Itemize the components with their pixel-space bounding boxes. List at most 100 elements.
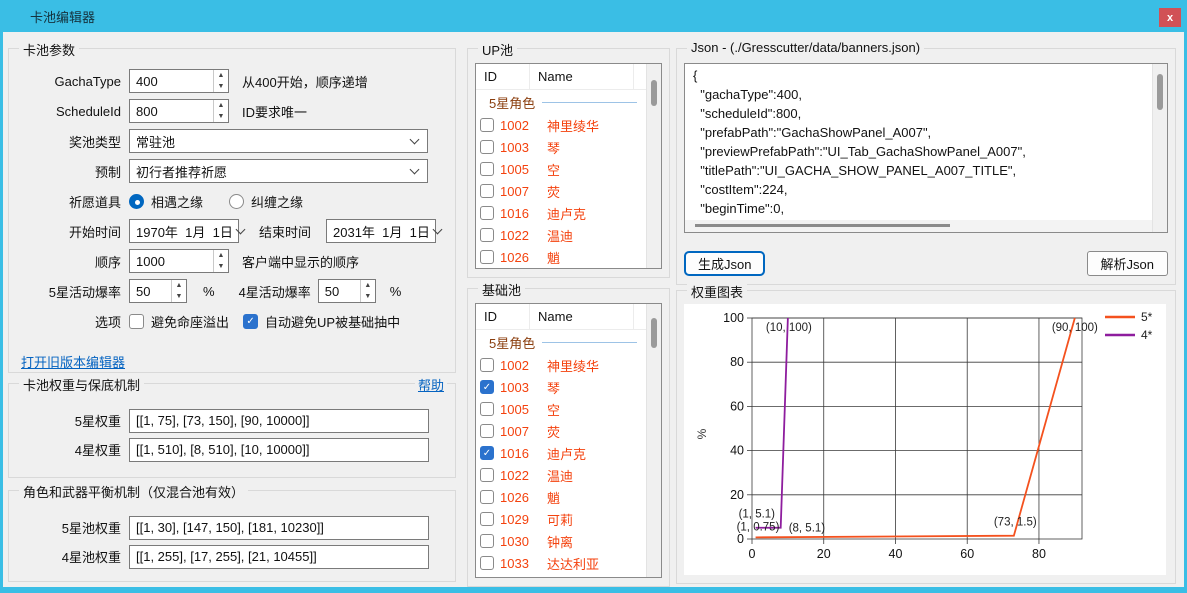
- checkbox-avoid-constellation-overflow[interactable]: [129, 314, 144, 329]
- spinner[interactable]: ▲▼: [213, 70, 228, 92]
- spinner-up-icon[interactable]: ▲: [172, 280, 186, 291]
- list-item[interactable]: 1005空: [476, 158, 646, 180]
- begin-time-picker[interactable]: 1970年 1月 1日: [129, 219, 239, 243]
- row-checkbox[interactable]: [480, 250, 494, 264]
- scrollbar-thumb[interactable]: [695, 224, 950, 227]
- row-checkbox[interactable]: ✓: [480, 380, 494, 394]
- spinner[interactable]: ▲▼: [360, 280, 375, 302]
- list-item[interactable]: 1005空: [476, 398, 646, 420]
- open-old-editor-link[interactable]: 打开旧版本编辑器: [21, 352, 125, 371]
- spinner[interactable]: ▲▼: [213, 100, 228, 122]
- spinner-up-icon[interactable]: ▲: [214, 100, 228, 111]
- scrollbar-vertical[interactable]: [646, 64, 661, 268]
- spinner[interactable]: ▲▼: [213, 250, 228, 272]
- weight5-input[interactable]: [[1, 75], [73, 150], [90, 10000]]: [129, 409, 429, 433]
- help-link[interactable]: 帮助: [415, 375, 447, 394]
- spinner[interactable]: ▲▼: [171, 280, 186, 302]
- row-checkbox[interactable]: [480, 534, 494, 548]
- list-header: ID Name: [476, 304, 646, 330]
- pool-weight5-input[interactable]: [[1, 30], [147, 150], [181, 10230]]: [129, 516, 429, 540]
- order-input[interactable]: 1000 ▲▼: [129, 249, 229, 273]
- checkbox-avoid-constellation-overflow-label: 避免命座溢出: [151, 312, 229, 331]
- scheduleid-input[interactable]: 800 ▲▼: [129, 99, 229, 123]
- spinner-up-icon[interactable]: ▲: [214, 70, 228, 81]
- scheduleid-hint: ID要求唯一: [242, 102, 307, 121]
- row-checkbox[interactable]: ✓: [480, 446, 494, 460]
- pool-type-label: 奖池类型: [9, 132, 121, 151]
- row-checkbox[interactable]: [480, 358, 494, 372]
- list-item[interactable]: ✓1016迪卢克: [476, 442, 646, 464]
- generate-json-button[interactable]: 生成Json: [684, 251, 765, 276]
- row-checkbox[interactable]: [480, 206, 494, 220]
- list-item[interactable]: 1029可莉: [476, 508, 646, 530]
- row-checkbox[interactable]: [480, 140, 494, 154]
- row-checkbox[interactable]: [480, 556, 494, 570]
- row-checkbox[interactable]: [480, 402, 494, 416]
- scrollbar-thumb[interactable]: [1157, 74, 1163, 110]
- weight5-label: 5星权重: [9, 411, 121, 430]
- rate5-input[interactable]: 50 ▲▼: [129, 279, 187, 303]
- row-checkbox[interactable]: [480, 162, 494, 176]
- preset-select[interactable]: 初行者推荐祈愿: [129, 159, 428, 183]
- spinner-down-icon[interactable]: ▼: [172, 291, 186, 302]
- list-item[interactable]: 1007荧: [476, 180, 646, 202]
- spinner-up-icon[interactable]: ▲: [214, 250, 228, 261]
- scrollbar-thumb[interactable]: [651, 318, 657, 348]
- column-header-id[interactable]: ID: [476, 304, 530, 329]
- row-id: 1007: [500, 184, 547, 199]
- scrollbar-vertical[interactable]: [646, 304, 661, 577]
- list-item[interactable]: 1022温迪: [476, 464, 646, 486]
- column-header-name[interactable]: Name: [530, 304, 634, 329]
- spinner-down-icon[interactable]: ▼: [214, 111, 228, 122]
- list-item[interactable]: 1002神里绫华: [476, 354, 646, 376]
- close-button[interactable]: x: [1159, 8, 1181, 27]
- list-item[interactable]: 1026魈: [476, 246, 646, 268]
- radio-acquaint-fate[interactable]: [129, 194, 144, 209]
- checkbox-auto-avoid-up-in-base[interactable]: ✓: [243, 314, 258, 329]
- list-item[interactable]: 1026魈: [476, 486, 646, 508]
- radio-intertwined-fate[interactable]: [229, 194, 244, 209]
- spinner-down-icon[interactable]: ▼: [214, 261, 228, 272]
- list-item[interactable]: ✓1003琴: [476, 376, 646, 398]
- group-pool-weights: 卡池权重与保底机制 帮助 5星权重 [[1, 75], [73, 150], […: [8, 383, 456, 478]
- row-checkbox[interactable]: [480, 512, 494, 526]
- list-item[interactable]: 1033达达利亚: [476, 552, 646, 574]
- rate4-input[interactable]: 50 ▲▼: [318, 279, 376, 303]
- json-line: "prefabPath":"GachaShowPanel_A007",: [693, 123, 1152, 142]
- spinner-down-icon[interactable]: ▼: [361, 291, 375, 302]
- row-checkbox[interactable]: [480, 424, 494, 438]
- list-item[interactable]: ✓1035七七: [476, 574, 646, 577]
- end-time-picker[interactable]: 2031年 1月 1日: [326, 219, 436, 243]
- scrollbar-vertical[interactable]: [1152, 64, 1167, 232]
- row-checkbox[interactable]: [480, 228, 494, 242]
- row-checkbox[interactable]: [480, 468, 494, 482]
- list-item[interactable]: 1002神里绫华: [476, 114, 646, 136]
- row-checkbox[interactable]: [480, 184, 494, 198]
- parse-json-button[interactable]: 解析Json: [1087, 251, 1168, 276]
- column-header-id[interactable]: ID: [476, 64, 530, 89]
- row-checkbox[interactable]: [480, 118, 494, 132]
- list-item[interactable]: 1007荧: [476, 420, 646, 442]
- group-up-pool: UP池 ID Name 5星角色1002神里绫华1003琴1005空1007荧1…: [467, 48, 670, 278]
- json-line: "titlePath":"UI_GACHA_SHOW_PANEL_A007_TI…: [693, 161, 1152, 180]
- svg-text:0: 0: [749, 547, 756, 561]
- gachatype-input[interactable]: 400 ▲▼: [129, 69, 229, 93]
- row-name: 七七: [547, 576, 573, 578]
- json-line: "costItem":224,: [693, 180, 1152, 199]
- scrollbar-thumb[interactable]: [651, 80, 657, 106]
- column-header-name[interactable]: Name: [530, 64, 634, 89]
- checkbox-auto-avoid-up-in-base-label: 自动避免UP被基础抽中: [265, 312, 400, 331]
- row-id: 1026: [500, 490, 547, 505]
- scrollbar-horizontal[interactable]: [685, 220, 1152, 232]
- spinner-up-icon[interactable]: ▲: [361, 280, 375, 291]
- list-item[interactable]: 1003琴: [476, 136, 646, 158]
- weight4-input[interactable]: [[1, 510], [8, 510], [10, 10000]]: [129, 438, 429, 462]
- list-item[interactable]: 1022温迪: [476, 224, 646, 246]
- list-item[interactable]: 1016迪卢克: [476, 202, 646, 224]
- pool-type-select[interactable]: 常驻池: [129, 129, 428, 153]
- list-item[interactable]: 1030钟离: [476, 530, 646, 552]
- row-checkbox[interactable]: [480, 490, 494, 504]
- json-textarea[interactable]: { "gachaType":400, "scheduleId":800, "pr…: [684, 63, 1168, 233]
- spinner-down-icon[interactable]: ▼: [214, 81, 228, 92]
- pool-weight4-input[interactable]: [[1, 255], [17, 255], [21, 10455]]: [129, 545, 429, 569]
